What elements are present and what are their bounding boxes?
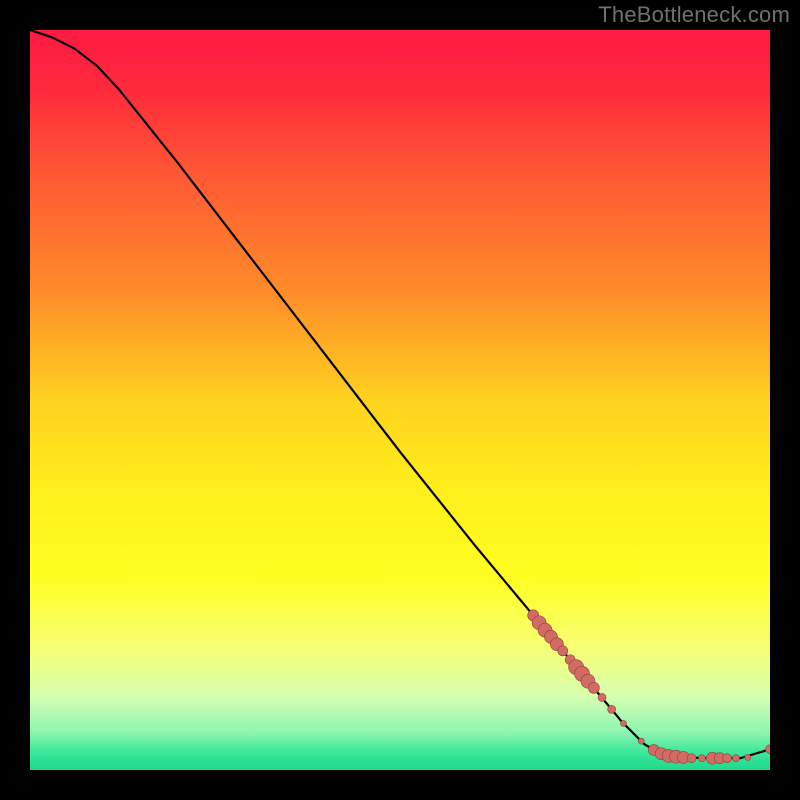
highlight-point xyxy=(588,682,599,693)
highlight-point xyxy=(608,705,616,713)
highlight-point xyxy=(732,755,739,762)
highlight-point xyxy=(723,754,732,763)
highlight-point xyxy=(620,720,626,726)
highlight-point xyxy=(598,693,606,701)
chart-frame: TheBottleneck.com xyxy=(0,0,800,800)
highlight-point xyxy=(687,754,696,763)
watermark: TheBottleneck.com xyxy=(598,2,790,28)
chart-svg xyxy=(30,30,770,770)
highlight-point xyxy=(638,738,644,744)
highlight-point xyxy=(745,754,751,760)
highlight-point xyxy=(698,755,705,762)
highlight-point xyxy=(558,646,568,656)
chart-background xyxy=(30,30,770,770)
plot-area xyxy=(30,30,770,770)
